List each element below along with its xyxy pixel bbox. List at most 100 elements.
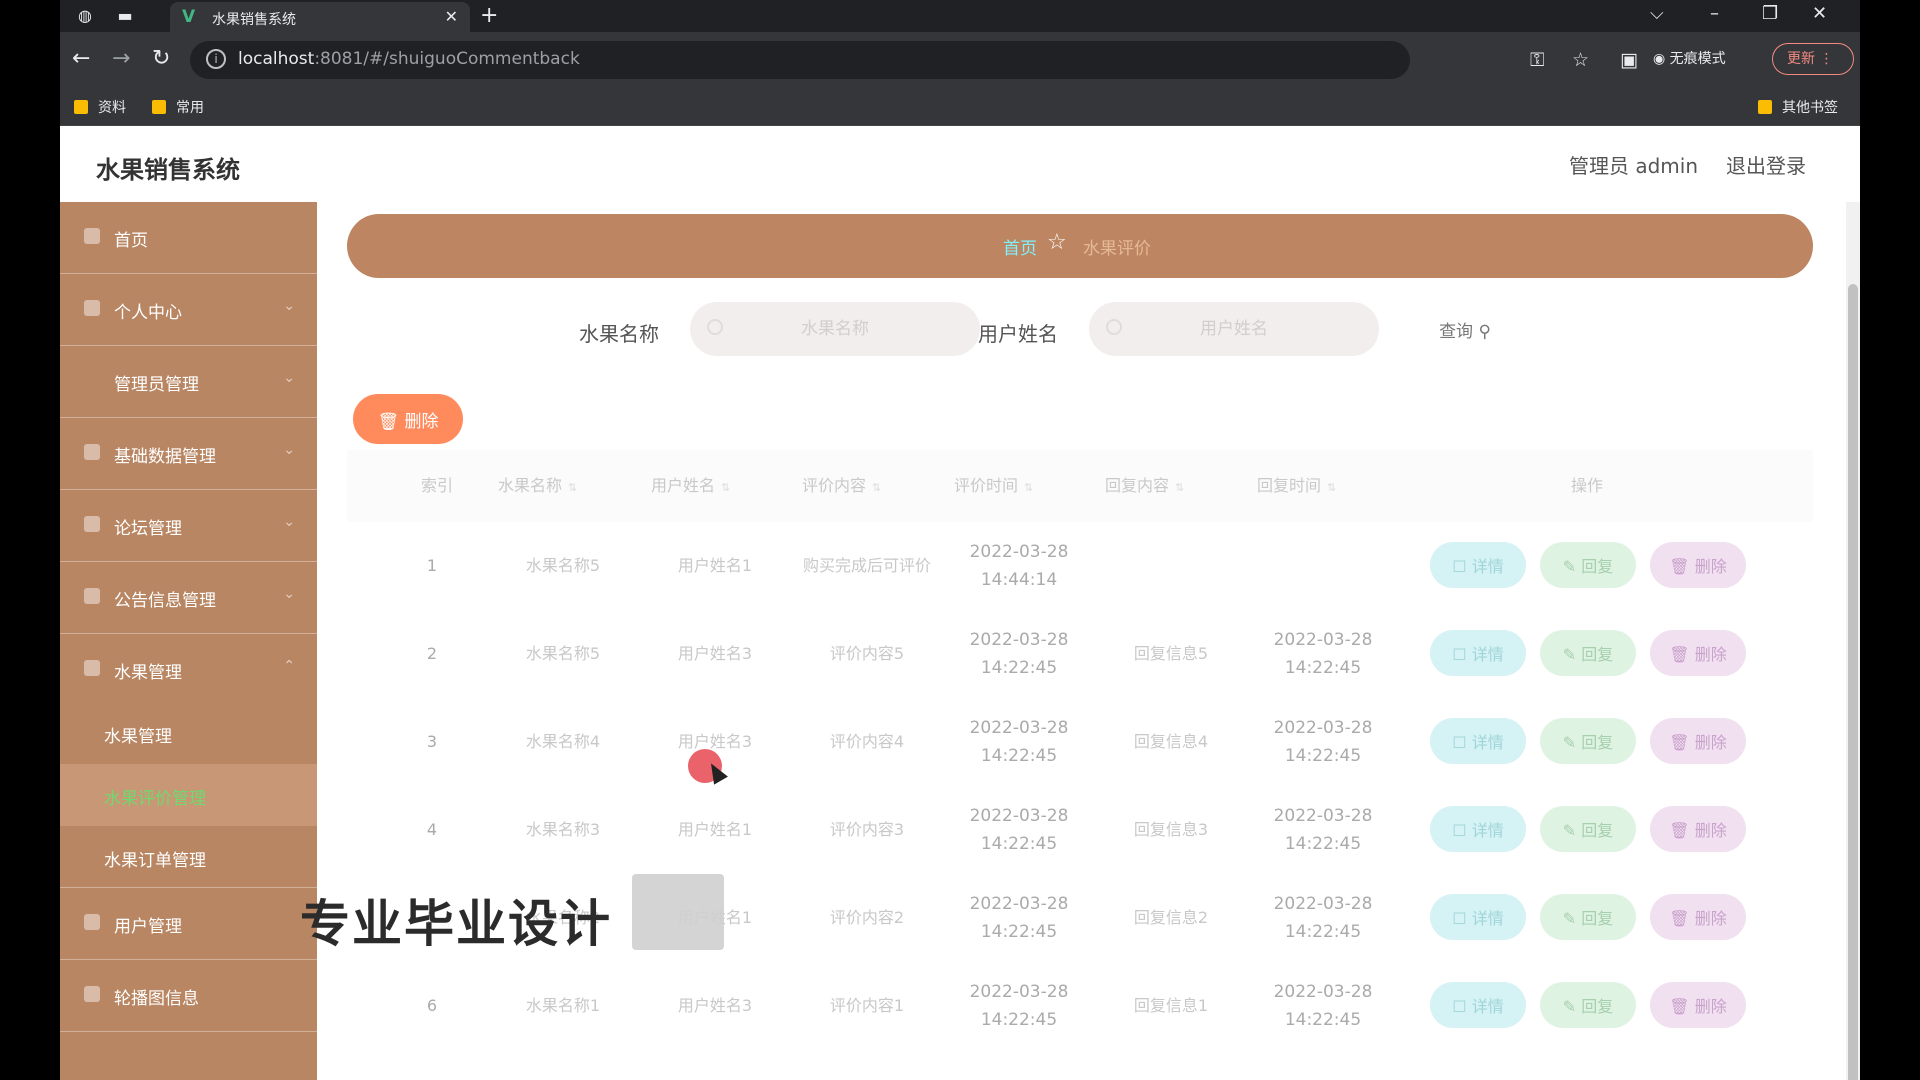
table-cell-fruit: 水果名称5 — [525, 556, 601, 575]
delete-button[interactable]: 🗑 删除 — [1650, 894, 1746, 940]
sidebar-item-home[interactable]: 首页 — [60, 202, 317, 274]
info-icon[interactable]: i — [206, 49, 226, 69]
query-button[interactable]: 查询 ⚲ — [1410, 302, 1520, 356]
sidebar-subitem-fruit-comment[interactable]: 水果评价管理 — [60, 764, 317, 826]
batch-delete-button[interactable]: 🗑 删除 — [353, 394, 463, 444]
browser-toolbar: ← → ↻ i localhost:8081/#/shuiguoCommentb… — [60, 32, 1860, 88]
folder-icon — [1758, 100, 1772, 114]
reply-button[interactable]: ✎ 回复 — [1540, 630, 1636, 676]
column-header: 操作 — [1571, 476, 1604, 495]
incognito-indicator[interactable]: ◉ 无痕模式 — [1653, 48, 1726, 68]
reply-button[interactable]: ✎ 回复 — [1540, 542, 1636, 588]
breadcrumb-home[interactable]: 首页 — [1003, 234, 1037, 259]
table-row: 4 水果名称3 用户姓名1 评价内容3 2022-03-28 14:22:45 回复信息3… — [347, 786, 1813, 874]
sidebar-item-carousel[interactable]: 轮播图信息 — [60, 960, 317, 1032]
table-cell-index: 2 — [426, 644, 438, 663]
document-icon: ☐ — [1452, 557, 1472, 576]
delete-button[interactable]: 🗑 删除 — [1650, 806, 1746, 852]
star-icon[interactable]: ☆ — [1572, 49, 1589, 71]
column-header[interactable]: 水果名称 ⇅ — [498, 450, 577, 522]
table-cell-reply: 回复信息2 — [1133, 908, 1209, 927]
delete-button[interactable]: 🗑 删除 — [1650, 718, 1746, 764]
edit-icon: ✎ — [1562, 997, 1582, 1016]
table-cell-reply-time: 2022-03-28 14:22:45 — [1273, 718, 1373, 766]
sidebar-item-admins[interactable]: 管理员管理 ⌄ — [60, 346, 317, 418]
bookmark-folder[interactable]: 常用 — [152, 97, 204, 117]
chevron-down-icon[interactable]: ⌵ — [1650, 3, 1664, 24]
column-header[interactable]: 回复内容 ⇅ — [1105, 450, 1184, 522]
table-cell-content: 评价内容1 — [829, 996, 905, 1015]
sidebar-item-fruit[interactable]: 水果管理 ⌃ — [60, 634, 317, 706]
detail-button[interactable]: ☐ 详情 — [1430, 806, 1526, 852]
globe-icon[interactable]: ◍ — [74, 5, 96, 27]
window-icon[interactable]: ▬ — [114, 5, 136, 27]
action-label: 详情 — [1471, 821, 1504, 840]
search-icon: ⚲ — [1478, 321, 1491, 342]
sidebar-item-forum[interactable]: 论坛管理 ⌄ — [60, 490, 317, 562]
key-icon[interactable]: ⚿ — [1530, 49, 1544, 71]
blurred-region — [632, 874, 724, 950]
detail-button[interactable]: ☐ 详情 — [1430, 542, 1526, 588]
trash-icon: 🗑 — [377, 411, 400, 432]
minimize-icon[interactable]: – — [1710, 3, 1719, 24]
column-header[interactable]: 用户姓名 ⇅ — [651, 450, 730, 522]
reply-button[interactable]: ✎ 回复 — [1540, 894, 1636, 940]
document-icon: ☐ — [1452, 645, 1472, 664]
sidepanel-icon[interactable]: ▣ — [1620, 49, 1638, 71]
new-tab-icon[interactable]: + — [480, 3, 498, 28]
table-cell-fruit: 水果名称4 — [525, 732, 601, 751]
column-header[interactable]: 评价时间 ⇅ — [954, 450, 1033, 522]
chevron-icon: ⌄ — [283, 370, 295, 386]
column-header[interactable]: 评价内容 ⇅ — [802, 450, 881, 522]
sort-icon: ⇅ — [1175, 481, 1185, 494]
close-window-icon[interactable]: ✕ — [1812, 3, 1827, 24]
update-button[interactable]: 更新 ⋮ — [1772, 43, 1854, 75]
bookmark-folder[interactable]: 资料 — [74, 97, 126, 117]
detail-button[interactable]: ☐ 详情 — [1430, 630, 1526, 676]
browser-window: ◍ ▬ V 水果销售系统 ✕ + ⌵ – ❐ ✕ ← → ↻ i localho… — [60, 0, 1860, 1080]
delete-button[interactable]: 🗑 删除 — [1650, 542, 1746, 588]
table-cell-content: 购买完成后可评价 — [802, 556, 931, 575]
detail-button[interactable]: ☐ 详情 — [1430, 894, 1526, 940]
column-header[interactable]: 回复时间 ⇅ — [1257, 450, 1336, 522]
forum-icon — [84, 516, 100, 532]
other-bookmarks[interactable]: 其他书签 — [1758, 97, 1838, 117]
logout-link[interactable]: 退出登录 — [1726, 150, 1806, 179]
delete-button[interactable]: 🗑 删除 — [1650, 982, 1746, 1028]
detail-button[interactable]: ☐ 详情 — [1430, 982, 1526, 1028]
reply-button[interactable]: ✎ 回复 — [1540, 718, 1636, 764]
forward-icon[interactable]: → — [112, 46, 130, 72]
detail-button[interactable]: ☐ 详情 — [1430, 718, 1526, 764]
close-tab-icon[interactable]: ✕ — [445, 7, 458, 26]
trash-icon: 🗑 — [1669, 821, 1695, 840]
sidebar-subitem-fruit[interactable]: 水果管理 — [60, 702, 317, 764]
action-label: 详情 — [1471, 909, 1504, 928]
table-cell-index: 3 — [426, 732, 438, 751]
back-icon[interactable]: ← — [72, 46, 90, 72]
sidebar-item-basic-data[interactable]: 基础数据管理 ⌄ — [60, 418, 317, 490]
action-label: 删除 — [1694, 557, 1727, 576]
chevron-icon: ⌄ — [283, 514, 295, 530]
sidebar-subitem-fruit-order[interactable]: 水果订单管理 — [60, 826, 317, 888]
user-icon — [84, 300, 100, 316]
address-bar[interactable]: i localhost:8081/#/shuiguoCommentback — [190, 41, 1410, 79]
reply-button[interactable]: ✎ 回复 — [1540, 982, 1636, 1028]
fruit-name-input[interactable] — [690, 302, 980, 356]
reply-button[interactable]: ✎ 回复 — [1540, 806, 1636, 852]
restore-icon[interactable]: ❐ — [1762, 3, 1778, 24]
watermark-text: 专业毕业设计 — [300, 895, 612, 953]
sidebar-item-notice[interactable]: 公告信息管理 ⌄ — [60, 562, 317, 634]
browser-tab[interactable]: V 水果销售系统 ✕ — [170, 2, 470, 32]
table-cell-reply: 回复信息1 — [1133, 996, 1209, 1015]
sidebar-item-profile[interactable]: 个人中心 ⌄ — [60, 274, 317, 346]
sidebar-item-users[interactable]: 用户管理 — [60, 888, 317, 960]
user-name-input[interactable] — [1089, 302, 1379, 356]
reload-icon[interactable]: ↻ — [152, 46, 170, 72]
table-header: 索引 水果名称 ⇅ 用户姓名 ⇅ 评价内容 ⇅ 评价时间 ⇅ 回复内容 ⇅ 回复时间 ⇅ 操… — [347, 450, 1813, 522]
tab-strip: ◍ ▬ V 水果销售系统 ✕ + ⌵ – ❐ ✕ — [60, 0, 1860, 32]
action-label: 回复 — [1581, 997, 1614, 1016]
edit-icon: ✎ — [1562, 733, 1582, 752]
scrollbar-thumb[interactable] — [1848, 284, 1858, 1080]
delete-button[interactable]: 🗑 删除 — [1650, 630, 1746, 676]
scrollbar[interactable] — [1846, 202, 1860, 1080]
